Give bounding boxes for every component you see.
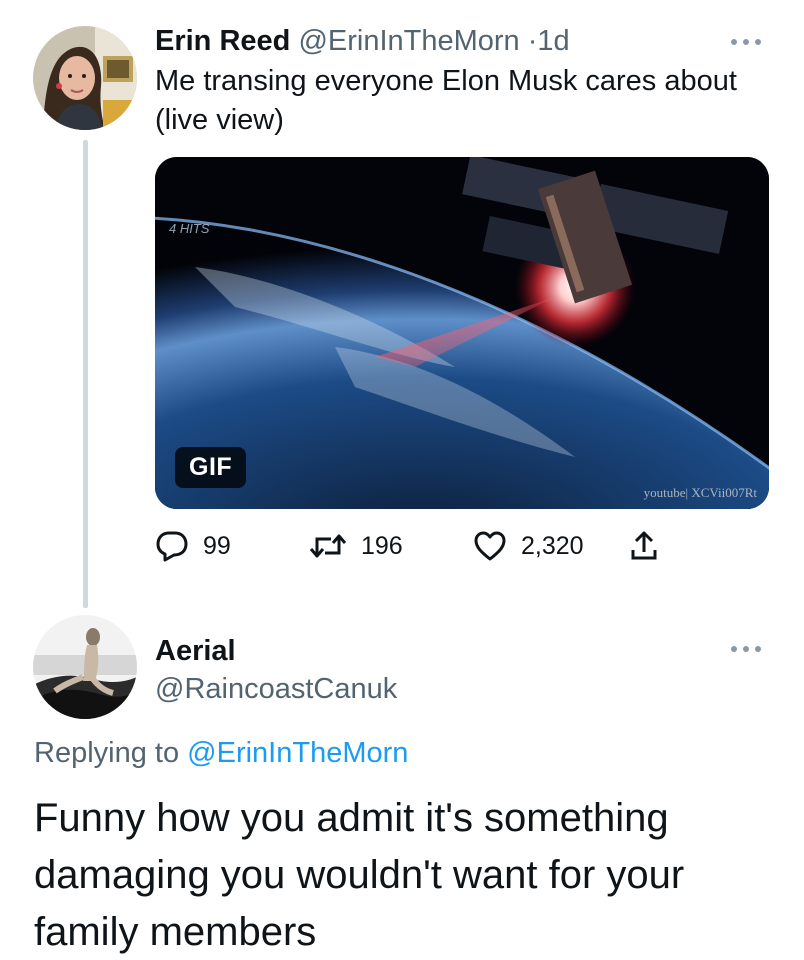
replying-to-label: Replying to	[34, 737, 180, 769]
tweet1-action-bar: 99 196 2,320	[155, 528, 715, 564]
tweet2-author-handle[interactable]: @RaincoastCanuk	[155, 672, 397, 706]
tweet2-text: Funny how you admit it's something damag…	[34, 796, 685, 954]
like-button[interactable]: 2,320	[473, 528, 584, 564]
share-icon	[630, 530, 658, 562]
replying-to-mention-link[interactable]: @ErinInTheMorn	[187, 737, 408, 769]
tweet2-more-options-icon[interactable]	[726, 641, 766, 657]
avatar-erin-reed[interactable]	[33, 26, 137, 130]
tweet1-text: Me transing everyone Elon Musk cares abo…	[155, 65, 737, 136]
retweet-button[interactable]: 196	[309, 528, 403, 564]
share-button[interactable]	[630, 528, 658, 564]
tweet1-more-options-icon[interactable]	[726, 34, 766, 50]
tweet1-header: Erin Reed @ErinInTheMorn ·1d	[155, 24, 570, 58]
reply-icon	[155, 530, 189, 562]
tweet1-timestamp[interactable]: 1d	[537, 25, 569, 57]
tweet1-separator: ·	[527, 25, 538, 57]
media-overlay-text: 4 HITS	[169, 221, 210, 236]
replying-to-line: Replying to @ErinInTheMorn	[34, 735, 408, 771]
avatar-aerial[interactable]	[33, 615, 137, 719]
reply-count: 99	[203, 531, 231, 560]
thread-connector-line	[83, 140, 88, 608]
tweet1-author-handle[interactable]: @ErinInTheMorn	[298, 25, 519, 57]
retweet-count: 196	[361, 531, 403, 560]
tweet1-author-name[interactable]: Erin Reed	[155, 25, 290, 57]
retweet-icon	[309, 531, 347, 561]
tweet1-media-gif[interactable]: 4 HITS GIF youtube| XCVii007Rt	[155, 157, 769, 509]
gif-badge: GIF	[175, 447, 247, 488]
tweet2-author-name[interactable]: Aerial	[155, 634, 236, 668]
media-watermark: youtube| XCVii007Rt	[643, 485, 757, 500]
like-count: 2,320	[521, 531, 584, 560]
heart-icon	[473, 530, 507, 562]
reply-button[interactable]: 99	[155, 528, 231, 564]
